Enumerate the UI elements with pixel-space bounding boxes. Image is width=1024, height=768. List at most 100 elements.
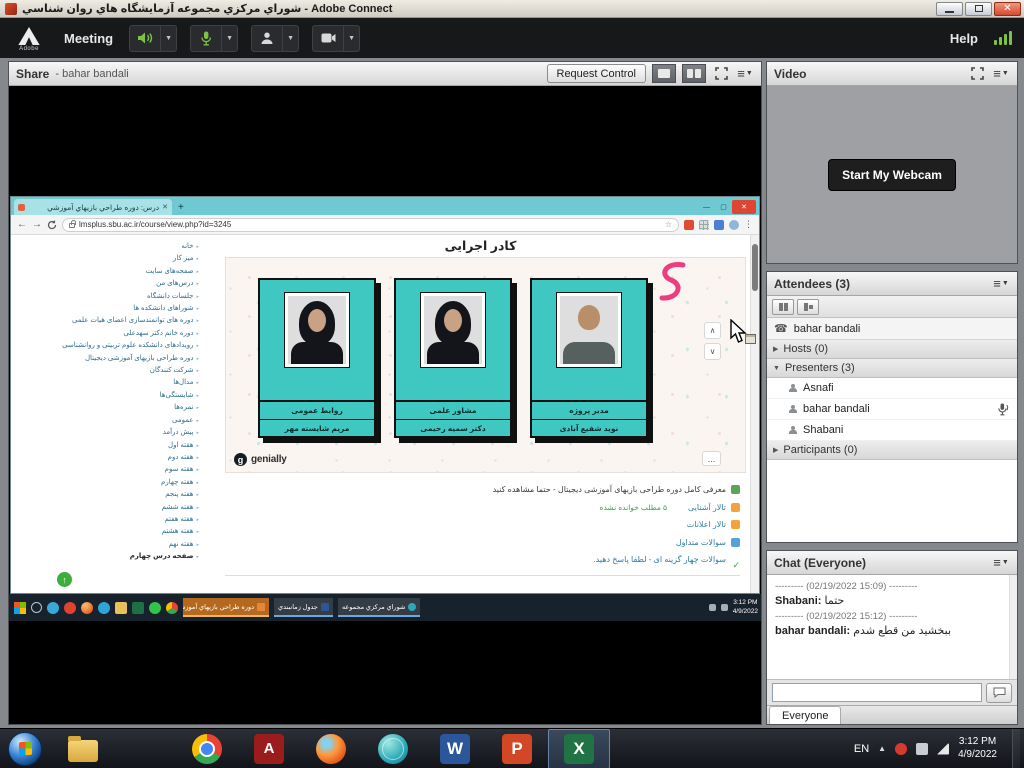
chat-scrollbar[interactable]	[1009, 575, 1017, 679]
webcam-button[interactable]	[313, 26, 344, 51]
course-link-text[interactable]: تالار آشنایی	[688, 503, 726, 512]
course-link-row[interactable]: سوالات متداول	[225, 534, 740, 552]
sidebar-link[interactable]: هفته هشتم	[17, 526, 199, 538]
sidebar-link[interactable]: میز کار	[17, 253, 199, 265]
address-bar[interactable]: lmsplus.sbu.ac.ir/course/view.php?id=324…	[62, 218, 679, 232]
meeting-menu[interactable]: Meeting	[58, 31, 129, 46]
notification-icon[interactable]	[895, 743, 907, 755]
shared-taskbar-app-icon[interactable]	[132, 602, 144, 614]
shared-taskbar-app-icon[interactable]	[149, 602, 161, 614]
attendee-view-toggle-list[interactable]	[772, 299, 794, 315]
video-pod-menu-button[interactable]: ≡▼	[992, 65, 1010, 83]
shared-tray-icon[interactable]	[709, 604, 716, 611]
taskbar-app[interactable]	[176, 729, 238, 768]
start-button[interactable]	[8, 732, 42, 766]
more-options-button[interactable]: ...	[702, 451, 721, 466]
taskbar-app[interactable]	[52, 729, 114, 768]
status-dropdown[interactable]: ▼	[283, 26, 298, 51]
new-tab-button[interactable]: +	[172, 202, 190, 213]
taskbar-app[interactable]	[486, 729, 548, 768]
fullscreen-button[interactable]	[712, 65, 730, 83]
sidebar-link[interactable]: صفحه درس چهارم	[17, 551, 199, 563]
shared-taskbar-app-icon[interactable]	[81, 602, 93, 614]
close-button[interactable]: ✕	[994, 2, 1021, 16]
browser-tab[interactable]: درس: دوره طراحي بازيهاي آموزشي ✕	[14, 199, 172, 215]
participants-group-header[interactable]: ▶ Participants (0)	[767, 441, 1017, 460]
sidebar-link[interactable]: جلسات دانشگاه	[17, 291, 199, 303]
course-link-text[interactable]: معرفی کامل دوره طراحی بازیهای آموزشی دیج…	[493, 485, 726, 494]
show-desktop-button[interactable]	[1012, 729, 1020, 768]
attendee-row[interactable]: Asnafi	[767, 378, 1017, 399]
genially-logo[interactable]: g genially	[234, 453, 287, 466]
keyboard-icon[interactable]	[916, 743, 928, 755]
sidebar-link[interactable]: شایستگی‌ها	[17, 390, 199, 402]
video-fullscreen-button[interactable]	[968, 65, 986, 83]
attendees-pod-menu-button[interactable]: ≡▼	[992, 275, 1010, 293]
taskbar-app[interactable]	[362, 729, 424, 768]
sidebar-link[interactable]: شوراهای دانشکده ها	[17, 303, 199, 315]
taskbar-app[interactable]	[114, 729, 176, 768]
shared-tray-icon[interactable]	[721, 604, 728, 611]
sidebar-link[interactable]: پیش درآمد	[17, 427, 199, 439]
sidebar-link[interactable]: خانه	[17, 241, 199, 253]
scroll-to-top-button[interactable]: ↑	[57, 572, 72, 587]
network-icon[interactable]	[937, 743, 949, 755]
connection-status-icon[interactable]	[994, 31, 1012, 45]
sidebar-link[interactable]: هفته سوم	[17, 464, 199, 476]
browser-profile-icon[interactable]	[729, 220, 739, 230]
course-link-text[interactable]: تالار اعلانات	[687, 520, 726, 529]
sidebar-link[interactable]: صفحه‌های سایت	[17, 266, 199, 278]
mic-button[interactable]	[191, 26, 222, 51]
shared-start-button[interactable]	[14, 602, 26, 614]
course-link-text[interactable]: سوالات چهار گزینه ای - لطفا پاسخ دهید.	[593, 555, 726, 564]
course-link-row[interactable]: معرفی کامل دوره طراحی بازیهای آموزشی دیج…	[225, 481, 740, 499]
minimize-button[interactable]	[936, 2, 963, 16]
taskbar-app[interactable]	[238, 729, 300, 768]
back-button[interactable]: ←	[17, 220, 27, 230]
status-button[interactable]	[252, 26, 283, 51]
course-link-row[interactable]: تالار اعلانات	[225, 516, 740, 534]
browser-maximize-button[interactable]: ▢	[715, 200, 732, 214]
sidebar-link[interactable]: مدال‌ها	[17, 377, 199, 389]
browser-scrollbar[interactable]	[750, 235, 759, 593]
sidebar-link[interactable]: هفته دوم	[17, 452, 199, 464]
request-control-button[interactable]: Request Control	[547, 64, 647, 83]
sidebar-link[interactable]: شرکت کنندگان	[17, 365, 199, 377]
refresh-button[interactable]	[47, 220, 57, 230]
chat-pod-menu-button[interactable]: ≡▼	[992, 554, 1010, 572]
taskbar-app[interactable]	[424, 729, 486, 768]
sidebar-link[interactable]: هفته ششم	[17, 502, 199, 514]
sidebar-link[interactable]: دوره خانم دکتر سهدعلی	[17, 328, 199, 340]
extension-icon-blue[interactable]	[714, 220, 724, 230]
speaker-dropdown[interactable]: ▼	[161, 26, 176, 51]
clock[interactable]: 3:12 PM 4/9/2022	[958, 736, 997, 761]
scrollbar-thumb[interactable]	[752, 244, 758, 291]
shared-taskbar-app-icon[interactable]	[47, 602, 59, 614]
chat-tab-everyone[interactable]: Everyone	[769, 706, 841, 724]
send-button[interactable]	[986, 683, 1012, 703]
sidebar-link[interactable]: دوره طراحی بازیهای آموزشی دیجیتال	[17, 353, 199, 365]
taskbar-app[interactable]	[300, 729, 362, 768]
sidebar-link[interactable]: هفته چهارم	[17, 477, 199, 489]
sidebar-link[interactable]: عمومی	[17, 415, 199, 427]
sidebar-link[interactable]: هفته اول	[17, 440, 199, 452]
language-indicator[interactable]: EN	[854, 743, 869, 755]
browser-close-button[interactable]: ✕	[732, 200, 756, 214]
sidebar-link[interactable]: درس‌های من	[17, 278, 199, 290]
extension-icon-red[interactable]	[684, 220, 694, 230]
shared-window-button[interactable]: شوراي مركزي مجموعه	[338, 598, 420, 617]
mic-dropdown[interactable]: ▼	[222, 26, 237, 51]
shared-search-icon[interactable]	[31, 602, 42, 613]
shared-window-button[interactable]: جدول زمانبندي	[274, 598, 333, 617]
chat-input[interactable]	[772, 683, 982, 702]
restore-button[interactable]	[965, 2, 992, 16]
sidebar-link[interactable]: نمره‌ها	[17, 402, 199, 414]
extensions-grid-icon[interactable]	[699, 220, 709, 230]
attendee-row[interactable]: bahar bandali	[767, 399, 1017, 420]
shared-window-button-active[interactable]: دوره طراحي بازيهاي آموزشي	[183, 598, 269, 617]
tab-close-icon[interactable]: ✕	[162, 203, 168, 211]
browser-menu-button[interactable]: ⋮	[744, 219, 753, 230]
share-pod-menu-button[interactable]: ≡▼	[736, 65, 754, 83]
sidebar-link[interactable]: هفته نهم	[17, 539, 199, 551]
sidebar-link[interactable]: هفته پنجم	[17, 489, 199, 501]
